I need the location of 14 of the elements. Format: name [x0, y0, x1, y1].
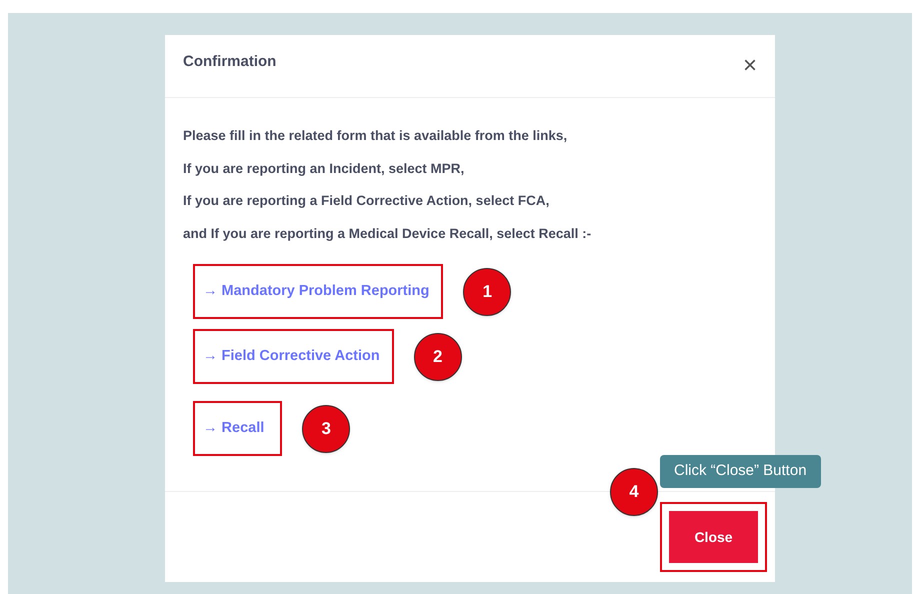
form-link[interactable]: → Field Corrective Action: [203, 346, 380, 368]
form-link[interactable]: → Mandatory Problem Reporting: [203, 280, 430, 302]
step-number-badge: 3: [302, 404, 350, 452]
tooltip: Click “Close” Button: [660, 455, 821, 488]
message-line: If you are reporting an Incident, select MPR,: [183, 160, 466, 178]
step-number-badge: 4: [610, 468, 658, 516]
dialog-title: Confirmation: [183, 52, 276, 72]
form-link[interactable]: → Recall: [203, 418, 264, 440]
close-button[interactable]: Close: [669, 511, 758, 563]
message-line: If you are reporting a Field Corrective Action, select FCA,: [183, 192, 550, 210]
message-line: and If you are reporting a Medical Device Recall, select Recall :-: [183, 224, 592, 243]
step-number-badge: 2: [414, 332, 462, 380]
step-number-badge: 1: [463, 268, 512, 316]
message-line: Please fill in the related form that is available from the links,: [183, 127, 568, 145]
